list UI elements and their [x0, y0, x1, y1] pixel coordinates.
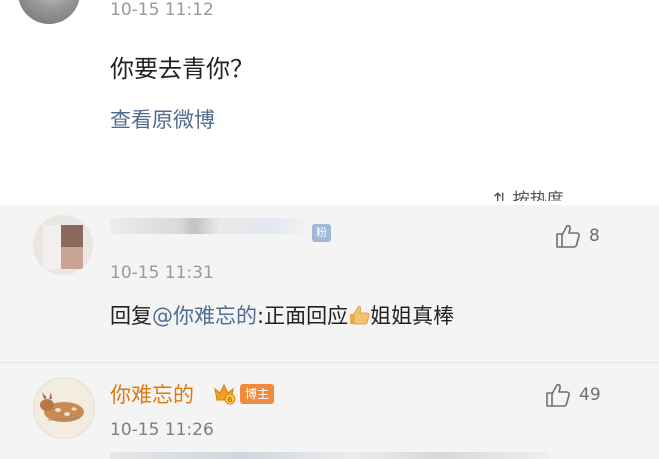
post-timestamp: 10-15 11:12: [110, 0, 214, 20]
reply-prefix: 回复: [110, 304, 152, 328]
next-comment-blurred: [110, 452, 550, 459]
sort-icon: ⇅: [493, 190, 513, 201]
like-button[interactable]: 8: [555, 224, 600, 248]
fan-badge: 粉: [312, 224, 331, 242]
comment-text-part: 姐姐真棒: [370, 304, 455, 328]
comment-text: 回复@你难忘的:正面回应 姐姐真棒: [110, 300, 454, 330]
view-original-link[interactable]: 查看原微博: [110, 104, 215, 134]
comment-timestamp: 10-15 11:26: [110, 420, 214, 440]
fawn-avatar-icon: [40, 392, 84, 422]
comment-timestamp: 10-15 11:31: [110, 263, 214, 283]
commenter-avatar[interactable]: [33, 215, 93, 275]
comment-text-part: :正面回应: [257, 304, 349, 328]
post-text: 你要去青你？: [110, 55, 254, 83]
original-post-card: [0, 0, 659, 205]
sort-by-hot-toggle[interactable]: ⇅ 按热度: [493, 185, 564, 201]
blogger-badge: 博主: [240, 384, 275, 404]
like-count: 8: [589, 226, 600, 246]
comment-divider: [0, 362, 659, 363]
vip-crown-icon: 6: [214, 383, 236, 405]
sort-label: 按热度: [512, 190, 564, 201]
thumbs-up-emoji-icon: [350, 306, 370, 325]
commenter-name-blurred[interactable]: [110, 218, 310, 234]
blogger-avatar[interactable]: [33, 377, 95, 439]
thumbs-up-outline-icon: [546, 383, 570, 407]
thumbs-up-outline-icon: [556, 224, 580, 248]
mention-link[interactable]: @你难忘的: [152, 304, 257, 328]
like-count: 49: [579, 385, 601, 405]
like-button[interactable]: 49: [545, 383, 601, 407]
blogger-username[interactable]: 你难忘的: [110, 379, 194, 409]
svg-text:6: 6: [228, 396, 233, 404]
